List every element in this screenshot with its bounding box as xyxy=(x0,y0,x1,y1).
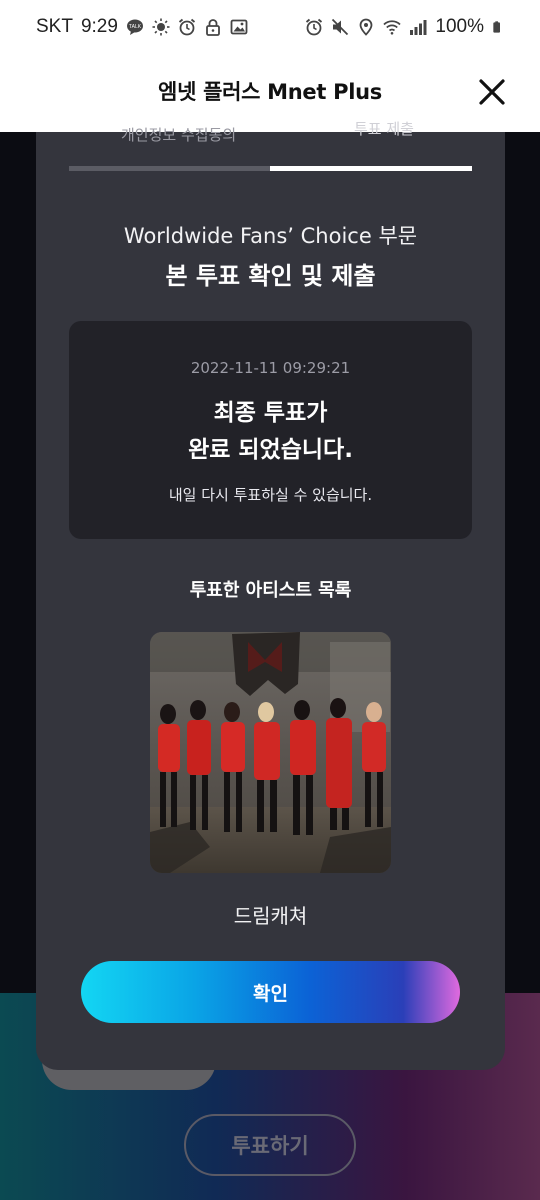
page-title: 엠넷 플러스 Mnet Plus xyxy=(158,80,382,104)
vote-timestamp: 2022-11-11 09:29:21 xyxy=(190,359,351,377)
category-title: Worldwide Fans’ Choice 부문 xyxy=(123,224,418,248)
step-progress-fill xyxy=(270,166,472,171)
artist-photo xyxy=(150,632,391,873)
lock-icon xyxy=(206,19,220,36)
artist-name: 드림캐쳐 xyxy=(233,904,308,928)
clock-label: 9:29 xyxy=(80,16,118,37)
talk-icon: TALK xyxy=(126,19,143,35)
brightness-icon xyxy=(152,18,170,36)
modal-title: 본 투표 확인 및 제출 xyxy=(165,262,376,290)
alarm-icon xyxy=(178,18,196,36)
carrier-label: SKT xyxy=(36,16,73,37)
revote-notice: 내일 다시 투표하실 수 있습니다. xyxy=(168,486,373,504)
alarm-icon xyxy=(306,18,323,36)
vote-modal: 개인정보 수집동의 투표 제출 Worldwide Fans’ Choice 부… xyxy=(36,120,505,1070)
close-icon xyxy=(479,79,505,105)
close-button[interactable] xyxy=(472,72,512,112)
wifi-icon xyxy=(383,20,402,35)
tab-vote-submit[interactable]: 투표 제출 xyxy=(354,118,414,139)
app-header: 엠넷 플러스 Mnet Plus xyxy=(0,56,540,132)
vote-complete-line-1: 최종 투표가 xyxy=(213,400,328,426)
confirm-button[interactable]: 확인 xyxy=(81,961,460,1023)
tab-privacy-consent[interactable]: 개인정보 수집동의 xyxy=(121,124,236,145)
step-progress-track xyxy=(69,166,472,171)
mute-icon xyxy=(332,18,349,36)
vote-complete-line-2: 완료 되었습니다. xyxy=(188,437,353,463)
vote-result-box: 2022-11-11 09:29:21 최종 투표가 완료 되었습니다. 내일 … xyxy=(69,321,472,539)
battery-icon xyxy=(493,21,500,33)
svg-text:TALK: TALK xyxy=(129,24,142,30)
status-bar: SKT 9:29 TALK 100% xyxy=(0,0,540,56)
gallery-icon xyxy=(230,19,248,35)
location-icon xyxy=(359,18,373,36)
background-vote-button[interactable]: 투표하기 xyxy=(184,1114,356,1176)
battery-percent: 100% xyxy=(435,16,484,37)
signal-icon xyxy=(410,20,427,35)
voted-artists-heading: 투표한 아티스트 목록 xyxy=(189,580,352,601)
